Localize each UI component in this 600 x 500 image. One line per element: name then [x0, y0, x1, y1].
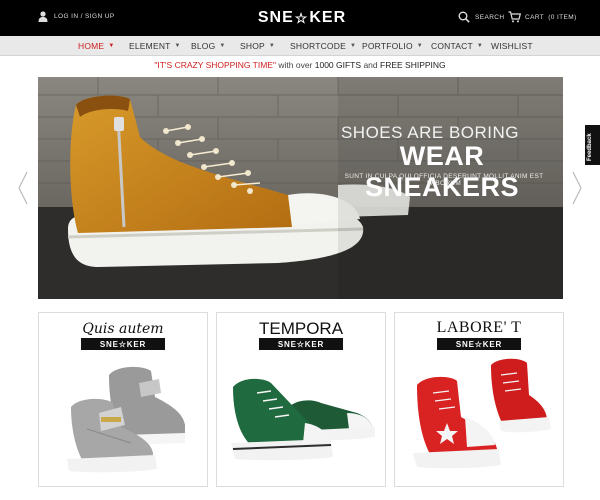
caret-down-icon: ▼: [108, 43, 115, 49]
nav-item-shortcode[interactable]: SHORTCODE ▼: [290, 36, 356, 56]
login-label: LOG IN / SIGN UP: [54, 13, 115, 20]
nav-label: BLOG: [191, 41, 216, 51]
cart-button[interactable]: CART (0 ITEM): [508, 11, 577, 23]
hero-slider[interactable]: SHOES ARE BORING WEAR SNEAKERS SUNT IN C…: [38, 77, 563, 299]
nav-item-home[interactable]: HOME ▼: [78, 36, 114, 56]
user-icon: [38, 11, 48, 22]
nav-label: SHORTCODE: [290, 41, 346, 51]
promo-highlight: "IT'S CRAZY SHOPPING TIME": [154, 60, 276, 70]
red-high-top-sneaker-image: [413, 358, 551, 469]
green-low-top-sneaker-image: [231, 378, 375, 461]
promo-and-text: and: [363, 60, 378, 70]
slider-prev-arrow[interactable]: [16, 170, 30, 206]
search-button[interactable]: SEARCH: [458, 11, 505, 23]
feedback-tab[interactable]: Feedback: [585, 125, 600, 165]
nav-label: WISHLIST: [491, 41, 533, 51]
nav-item-wishlist[interactable]: WISHLIST: [491, 36, 533, 56]
cart-icon: [508, 11, 521, 23]
nav-item-shop[interactable]: SHOP ▼: [240, 36, 275, 56]
nav-item-blog[interactable]: BLOG ▼: [191, 36, 226, 56]
search-label: SEARCH: [475, 13, 505, 21]
caret-down-icon: ▼: [219, 43, 226, 49]
caret-down-icon: ▼: [268, 43, 276, 49]
product-card[interactable]: TEMPORA SNE ☆ KER: [216, 312, 386, 487]
slider-next-arrow[interactable]: [570, 170, 584, 206]
promo-banner: "IT'S CRAZY SHOPPING TIME" with over 100…: [0, 60, 600, 74]
hero-title: WEAR SNEAKERS: [364, 141, 520, 202]
cart-label: CART: [525, 13, 545, 21]
feedback-label: Feedback: [587, 133, 593, 161]
nav-item-element[interactable]: ELEMENT ▼: [129, 36, 181, 56]
product-card[interactable]: Quis autem SNE ☆ KER: [38, 312, 208, 487]
top-bar: LOG IN / SIGN UP SNE ☆ KER SEARCH CART (…: [0, 0, 600, 36]
nav-label: ELEMENT: [129, 41, 171, 51]
nav-label: PORTFOLIO: [362, 41, 413, 51]
product-card[interactable]: LABORE' T SNE ☆ KER: [394, 312, 564, 487]
caret-down-icon: ▼: [349, 43, 357, 49]
logo-text-left: SNE: [257, 9, 294, 26]
login-link[interactable]: LOG IN / SIGN UP: [38, 11, 115, 22]
nav-label: SHOP: [240, 41, 265, 51]
caret-down-icon: ▼: [476, 43, 483, 49]
hero-tagline: SUNT IN CULPA QUI OFFICIA DESERUNT MOLLI…: [344, 173, 544, 187]
nav-item-portfolio[interactable]: PORTFOLIO ▼: [362, 36, 423, 56]
caret-down-icon: ▼: [416, 43, 423, 49]
search-icon: [458, 11, 470, 23]
hero-subtitle: SHOES ARE BORING: [340, 123, 520, 142]
cart-count: (0 ITEM): [548, 13, 577, 21]
star-icon: ☆: [294, 9, 309, 26]
grey-high-top-sneaker-image: [67, 366, 185, 473]
promo-gifts: 1000 GIFTS: [314, 60, 362, 70]
logo-text-right: KER: [309, 9, 347, 26]
main-nav: HOME ▼ ELEMENT ▼ BLOG ▼ SHOP ▼ SHORTCODE ▼ PO…: [0, 36, 600, 56]
nav-item-contact[interactable]: CONTACT ▼: [431, 36, 483, 56]
promo-with-text: with over: [278, 60, 313, 70]
caret-down-icon: ▼: [174, 43, 181, 49]
site-logo[interactable]: SNE ☆ KER: [258, 8, 345, 28]
nav-label: CONTACT: [431, 41, 473, 51]
promo-shipping: FREE SHIPPING: [380, 60, 446, 70]
nav-label: HOME: [78, 41, 105, 51]
